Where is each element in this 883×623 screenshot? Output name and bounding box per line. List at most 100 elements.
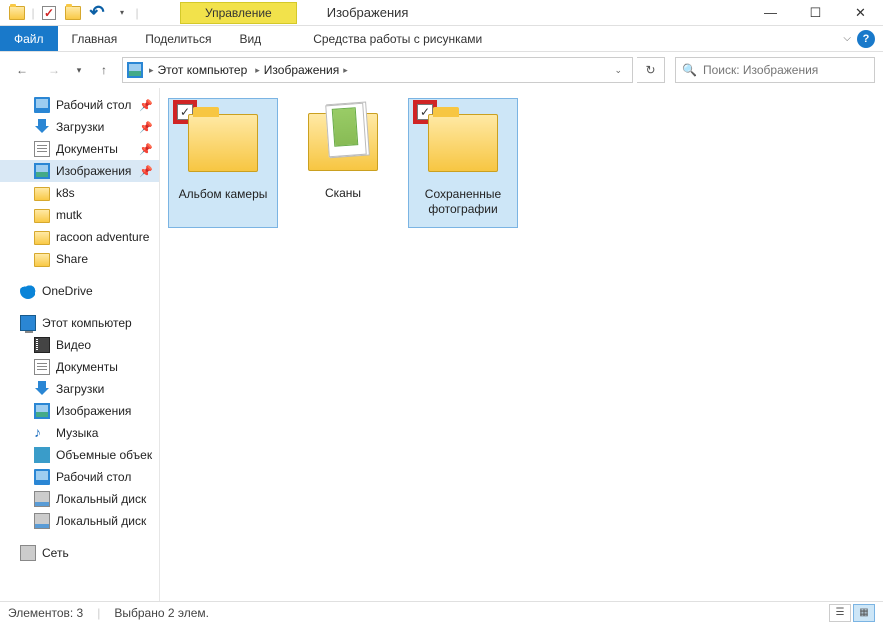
sidebar-item-share[interactable]: Share	[0, 248, 159, 270]
recent-locations-dropdown[interactable]: ▾	[72, 56, 86, 84]
status-item-count: Элементов: 3	[8, 606, 83, 620]
folder-icon	[34, 209, 50, 223]
nav-network-label: Сеть	[42, 546, 69, 560]
network-icon	[20, 545, 36, 561]
sidebar-item-загрузки[interactable]: Загрузки	[0, 378, 159, 400]
nav-network[interactable]: Сеть	[0, 542, 159, 564]
sidebar-item-label: racoon adventure	[56, 230, 149, 244]
sidebar-item-музыка[interactable]: ♪Музыка	[0, 422, 159, 444]
sidebar-item-label: Загрузки	[56, 382, 104, 396]
sidebar-item-локальный-диск[interactable]: Локальный диск	[0, 510, 159, 532]
sidebar-item-загрузки[interactable]: Загрузки📌	[0, 116, 159, 138]
folder-icon	[183, 103, 263, 183]
refresh-button[interactable]: ↻	[637, 57, 665, 83]
breadcrumb-current[interactable]: ▸ Изображения ▸	[253, 63, 349, 77]
breadcrumb-current-label: Изображения	[264, 63, 339, 77]
item-label: Сканы	[325, 186, 361, 201]
sidebar-item-изображения[interactable]: Изображения	[0, 400, 159, 422]
close-button[interactable]: ✕	[838, 0, 883, 26]
address-dropdown-icon[interactable]: ⌄	[608, 65, 628, 76]
pc-icon	[20, 315, 36, 331]
location-icon	[127, 62, 143, 78]
folder-item[interactable]: Сканы	[288, 98, 398, 228]
tab-share[interactable]: Поделиться	[131, 26, 225, 51]
sidebar-item-объемные-объек[interactable]: Объемные объек	[0, 444, 159, 466]
nav-onedrive-label: OneDrive	[42, 284, 93, 298]
search-icon: 🔍	[682, 63, 697, 77]
sidebar-item-документы[interactable]: Документы📌	[0, 138, 159, 160]
folder-item[interactable]: ✓Сохраненные фотографии	[408, 98, 518, 228]
item-label: Альбом камеры	[179, 187, 268, 202]
help-icon[interactable]: ?	[857, 30, 875, 48]
ribbon-context-label[interactable]: Управление	[180, 2, 297, 24]
folder-icon	[423, 103, 503, 183]
sidebar-item-label: Документы	[56, 142, 118, 156]
sidebar-item-label: Рабочий стол	[56, 98, 131, 112]
ribbon-expand-icon[interactable]: ⌵	[843, 33, 851, 44]
sidebar-item-рабочий-стол[interactable]: Рабочий стол📌	[0, 94, 159, 116]
back-button[interactable]: ←	[8, 56, 36, 84]
nav-group-quick: Рабочий стол📌Загрузки📌Документы📌Изображе…	[0, 94, 159, 270]
pic-icon	[34, 403, 50, 419]
tab-picture-tools[interactable]: Средства работы с рисунками	[293, 26, 502, 51]
title-bar: | ✓ ↶ ▾ | Управление Изображения — ☐ ✕	[0, 0, 883, 26]
forward-button[interactable]: →	[40, 56, 68, 84]
content-pane[interactable]: ✓Альбом камеры Сканы ✓Сохраненные фотограф…	[160, 88, 883, 601]
chevron-right-icon: ▸	[343, 65, 348, 76]
disk-icon	[34, 513, 50, 529]
window-title: Изображения	[327, 5, 409, 20]
nav-onedrive[interactable]: OneDrive	[0, 280, 159, 302]
chevron-right-icon: ▸	[149, 65, 154, 76]
tab-view[interactable]: Вид	[225, 26, 275, 51]
navigation-pane[interactable]: Рабочий стол📌Загрузки📌Документы📌Изображе…	[0, 88, 160, 601]
desktop-icon	[34, 97, 50, 113]
sidebar-item-label: Share	[56, 252, 88, 266]
up-button[interactable]: ↑	[90, 56, 118, 84]
status-bar: Элементов: 3 | Выбрано 2 элем. ☰ ▦	[0, 601, 883, 623]
sidebar-item-рабочий-стол[interactable]: Рабочий стол	[0, 466, 159, 488]
view-details-button[interactable]: ☰	[829, 604, 851, 622]
folder-item[interactable]: ✓Альбом камеры	[168, 98, 278, 228]
item-label: Сохраненные фотографии	[409, 187, 517, 217]
pin-icon: 📌	[139, 121, 153, 134]
nav-this-pc[interactable]: Этот компьютер	[0, 312, 159, 334]
sidebar-item-racoon-adventure[interactable]: racoon adventure	[0, 226, 159, 248]
nav-group-onedrive: OneDrive	[0, 280, 159, 302]
ribbon-tabs: Файл Главная Поделиться Вид Средства раб…	[0, 26, 883, 52]
qat-undo-button[interactable]: ↶	[86, 2, 108, 24]
maximize-button[interactable]: ☐	[793, 0, 838, 26]
search-input[interactable]	[703, 63, 868, 77]
qat-folder-icon-2[interactable]	[62, 2, 84, 24]
qat-properties-checkbox[interactable]: ✓	[38, 2, 60, 24]
sidebar-item-изображения[interactable]: Изображения📌	[0, 160, 159, 182]
download-icon	[34, 119, 50, 135]
view-large-icons-button[interactable]: ▦	[853, 604, 875, 622]
sidebar-item-label: Рабочий стол	[56, 470, 131, 484]
doc-icon	[34, 141, 50, 157]
qat-folder-icon[interactable]	[6, 2, 28, 24]
sidebar-item-mutk[interactable]: mutk	[0, 204, 159, 226]
sidebar-item-label: Изображения	[56, 404, 131, 418]
doc-icon	[34, 359, 50, 375]
qat-customize-dropdown[interactable]: ▾	[110, 2, 132, 24]
sidebar-item-k8s[interactable]: k8s	[0, 182, 159, 204]
tab-home[interactable]: Главная	[58, 26, 132, 51]
minimize-button[interactable]: —	[748, 0, 793, 26]
sidebar-item-локальный-диск[interactable]: Локальный диск	[0, 488, 159, 510]
onedrive-icon	[20, 283, 36, 299]
pic-icon	[34, 163, 50, 179]
sidebar-item-label: Документы	[56, 360, 118, 374]
main-area: Рабочий стол📌Загрузки📌Документы📌Изображе…	[0, 88, 883, 601]
search-box[interactable]: 🔍	[675, 57, 875, 83]
disk-icon	[34, 491, 50, 507]
navigation-toolbar: ← → ▾ ↑ ▸ Этот компьютер ▸ Изображения ▸…	[0, 52, 883, 88]
music-icon: ♪	[34, 425, 50, 441]
sidebar-item-документы[interactable]: Документы	[0, 356, 159, 378]
tab-file[interactable]: Файл	[0, 26, 58, 51]
address-bar[interactable]: ▸ Этот компьютер ▸ Изображения ▸ ⌄	[122, 57, 633, 83]
breadcrumb-root[interactable]: ▸ Этот компьютер	[147, 63, 249, 77]
sidebar-item-label: Видео	[56, 338, 91, 352]
desktop-icon	[34, 469, 50, 485]
sidebar-item-видео[interactable]: Видео	[0, 334, 159, 356]
nav-this-pc-label: Этот компьютер	[42, 316, 132, 330]
